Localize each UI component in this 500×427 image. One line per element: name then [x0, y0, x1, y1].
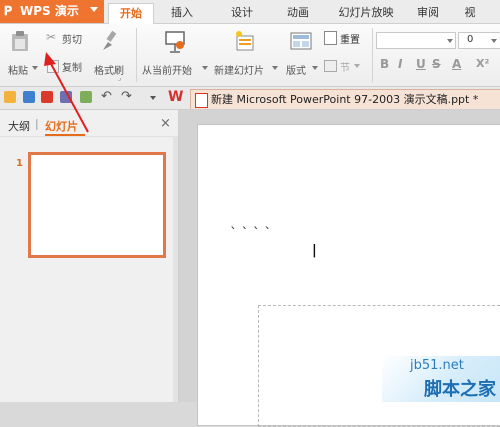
- ribbon-separator: [372, 28, 373, 82]
- chevron-down-icon: [32, 66, 38, 70]
- font-name-select[interactable]: [376, 32, 456, 49]
- document-tab[interactable]: 新建 Microsoft PowerPoint 97-2003 演示文稿.ppt…: [190, 89, 500, 109]
- font-size-value: 0: [467, 34, 474, 45]
- redo-icon[interactable]: ↷: [121, 89, 132, 104]
- tab-review[interactable]: 审阅: [410, 3, 446, 23]
- ribbon-separator: [136, 28, 137, 82]
- strikethrough-button[interactable]: S: [432, 57, 441, 71]
- quick-access-toolbar: ↶ ↷ W 新建 Microsoft PowerPoint 97-2003 演示…: [0, 87, 500, 110]
- print-preview-icon[interactable]: [80, 91, 92, 103]
- reset-label: 重置: [340, 35, 360, 46]
- italic-button[interactable]: I: [398, 57, 402, 71]
- copy-label: 复制: [62, 63, 82, 74]
- section-button[interactable]: 节: [324, 58, 370, 74]
- paste-label: 粘贴: [8, 66, 28, 77]
- start-from-current-button[interactable]: 从当前开始: [140, 28, 208, 82]
- start-from-current-label: 从当前开始: [142, 66, 192, 77]
- tab-home[interactable]: 开始: [108, 3, 154, 24]
- dialog-launcher-icon[interactable]: ⌟: [118, 74, 121, 82]
- panel-splitter[interactable]: [173, 136, 178, 402]
- font-size-select[interactable]: 0: [458, 32, 500, 49]
- underline-button[interactable]: U: [416, 57, 426, 71]
- layout-label: 版式: [286, 66, 306, 77]
- scissors-icon: ✂: [46, 30, 57, 44]
- brush-icon: [103, 30, 117, 50]
- tab-animation[interactable]: 动画: [278, 3, 318, 23]
- new-slide-icon: [236, 31, 254, 51]
- chevron-down-icon: [312, 66, 318, 70]
- reset-icon: [324, 31, 337, 45]
- text-cursor: |: [312, 243, 317, 258]
- cut-button[interactable]: ✂ 剪切: [46, 30, 90, 46]
- copy-icon: [47, 60, 59, 73]
- section-icon: [324, 60, 337, 72]
- clipboard-icon: [12, 31, 28, 51]
- layout-icon: [290, 32, 312, 50]
- placeholder-mark: ` ` ` `: [230, 226, 272, 242]
- wps-presentation-logo-icon: 𝐏: [4, 4, 13, 18]
- cut-label: 剪切: [62, 35, 82, 46]
- tab-slides[interactable]: 幻灯片: [45, 118, 78, 134]
- projector-icon: [165, 31, 185, 53]
- paste-button[interactable]: 粘贴: [6, 28, 38, 82]
- chevron-down-icon: [272, 66, 278, 70]
- document-title: 新建 Microsoft PowerPoint 97-2003 演示文稿.ppt…: [211, 93, 479, 106]
- watermark-site-name: 脚本之家: [424, 379, 496, 400]
- close-icon[interactable]: ×: [160, 116, 171, 131]
- print-icon[interactable]: [60, 91, 72, 103]
- superscript-button[interactable]: X²: [476, 57, 489, 71]
- tab-insert[interactable]: 插入: [162, 3, 202, 23]
- reset-button[interactable]: 重置: [324, 30, 370, 46]
- watermark-url: jb51.net: [410, 358, 464, 373]
- slides-panel: 大纲 | 幻灯片 × 1: [0, 110, 179, 402]
- wps-w-icon[interactable]: W: [168, 89, 183, 105]
- save-icon[interactable]: [23, 91, 35, 103]
- layout-button[interactable]: 版式: [284, 28, 320, 82]
- app-menu-button[interactable]: 𝐏 WPS 演示: [0, 0, 104, 23]
- menu-bar: 𝐏 WPS 演示 开始 插入 设计 动画 幻灯片放映 审阅 视: [0, 0, 500, 24]
- panel-tabs: 大纲 | 幻灯片 ×: [0, 110, 178, 137]
- slide-thumbnail[interactable]: [28, 152, 166, 258]
- chevron-down-icon: [491, 39, 497, 43]
- active-tab-indicator: [45, 134, 85, 136]
- font-color-button[interactable]: A: [452, 57, 461, 71]
- format-painter-button[interactable]: 格式刷: [92, 28, 132, 82]
- pdf-icon[interactable]: [41, 91, 53, 103]
- new-slide-label: 新建幻灯片: [214, 66, 264, 77]
- copy-button[interactable]: 复制: [46, 58, 90, 74]
- ribbon-home: 粘贴 ✂ 剪切 复制 格式刷 ⌟ 从当前开始 新建幻灯片 版式 重置 节 0 B…: [0, 24, 500, 87]
- tab-slideshow[interactable]: 幻灯片放映: [332, 3, 400, 23]
- slide-number: 1: [16, 158, 23, 169]
- tab-design[interactable]: 设计: [222, 3, 262, 23]
- chevron-down-icon: [202, 66, 208, 70]
- open-folder-icon[interactable]: [4, 91, 16, 103]
- chevron-down-icon: [447, 39, 453, 43]
- tab-divider: |: [35, 117, 39, 130]
- app-name: WPS 演示: [20, 4, 79, 18]
- bold-button[interactable]: B: [380, 57, 389, 71]
- undo-icon[interactable]: ↶: [101, 89, 112, 104]
- section-label: 节: [340, 63, 350, 74]
- presentation-file-icon: [195, 93, 208, 108]
- tab-view[interactable]: 视: [458, 3, 482, 23]
- chevron-down-icon: [90, 7, 98, 12]
- customize-dropdown-icon[interactable]: [150, 96, 156, 100]
- new-slide-button[interactable]: 新建幻灯片: [212, 28, 278, 82]
- chevron-down-icon: [354, 64, 360, 68]
- tab-outline[interactable]: 大纲: [8, 118, 30, 134]
